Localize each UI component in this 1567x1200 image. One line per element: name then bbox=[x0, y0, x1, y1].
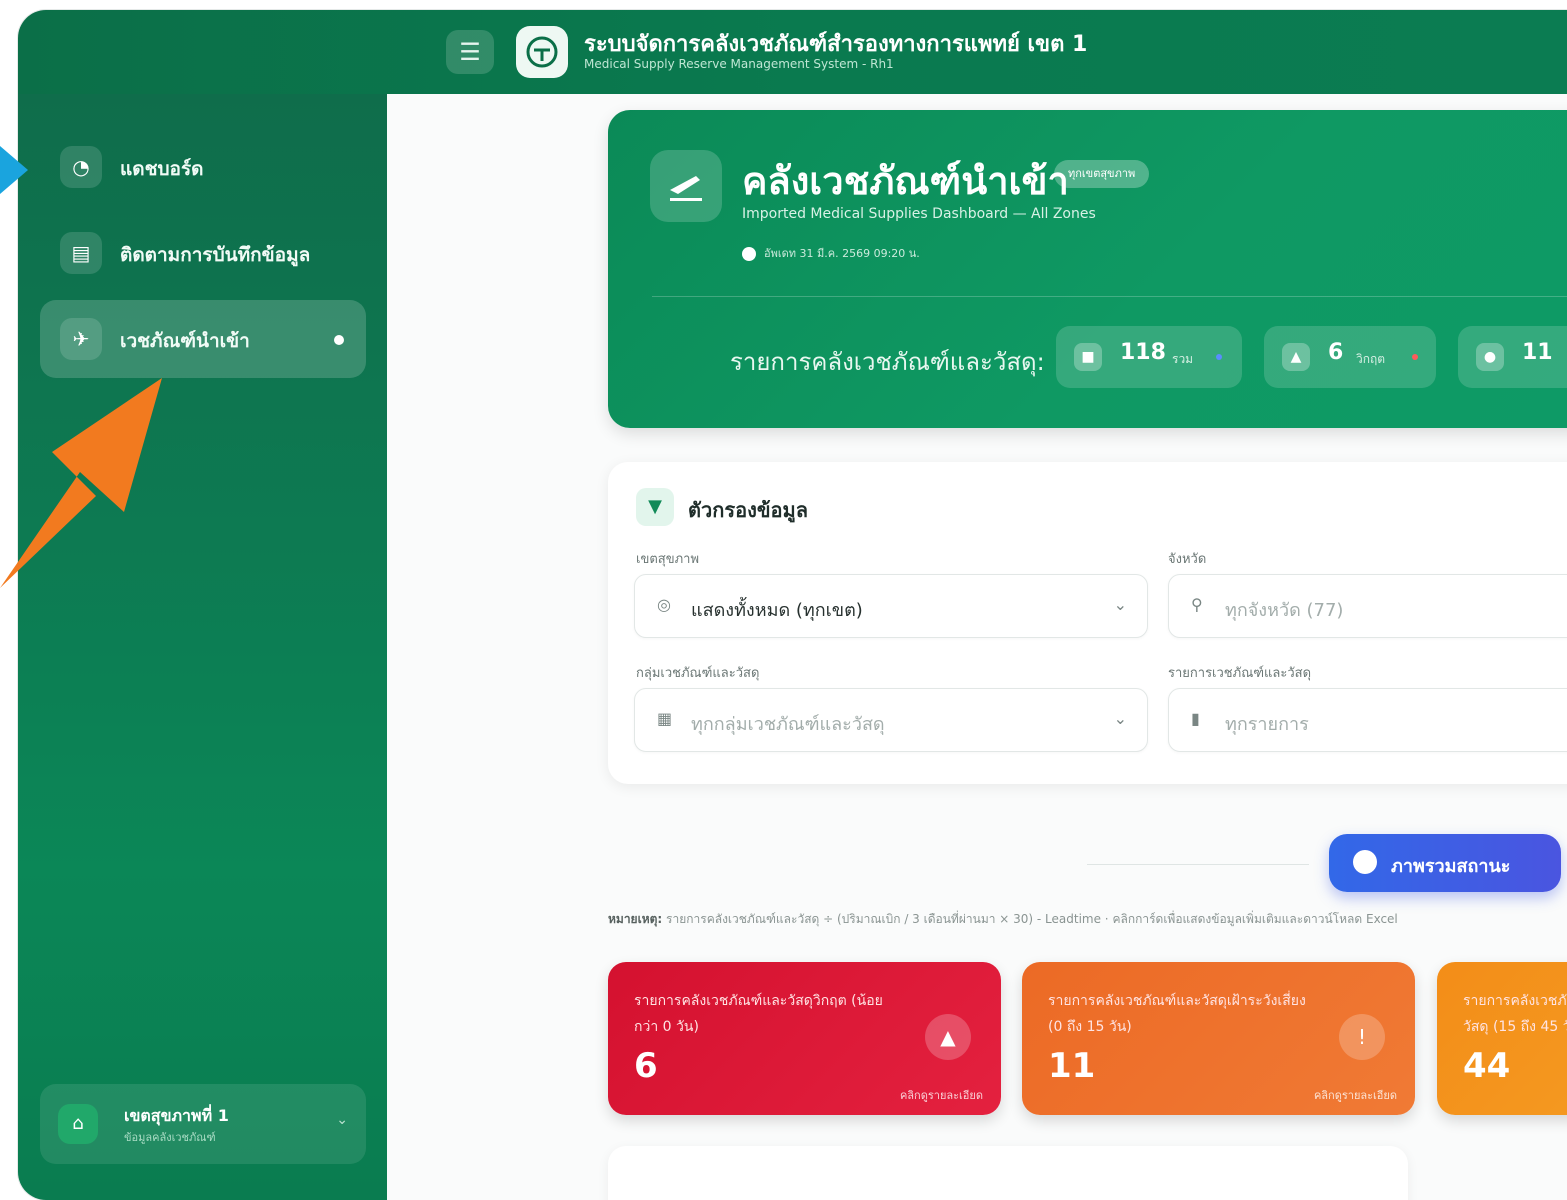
note-label: หมายเหตุ: bbox=[608, 912, 663, 926]
kpi-title: รายการคลังเวชภัณฑ์และวัสดุเฝ้าระวังเสี่ย… bbox=[1048, 993, 1306, 1035]
stats-label: รายการคลังเวชภัณฑ์และวัสดุ: bbox=[730, 348, 1045, 376]
menu-toggle-button[interactable]: ☰ bbox=[446, 30, 494, 74]
last-updated: อัพเดท 31 มี.ค. 2569 09:20 น. bbox=[742, 244, 920, 262]
zone-subtitle: ข้อมูลคลังเวชภัณฑ์ bbox=[124, 1131, 216, 1144]
app-subtitle: Medical Supply Reserve Management System… bbox=[584, 57, 894, 71]
main-content: คลังเวชภัณฑ์นำเข้า ทุกเขตสุขภาพ Imported… bbox=[387, 94, 1567, 1200]
app-window: ☰ ระบบจัดการคลังเวชภัณฑ์สำรองทางการแพทย์… bbox=[18, 10, 1567, 1200]
kpi-detail-link[interactable]: คลิกดูรายละเอียด bbox=[900, 1086, 983, 1104]
app-logo bbox=[516, 26, 568, 78]
section-divider bbox=[1087, 864, 1309, 865]
bottle-icon: ▮ bbox=[1191, 709, 1200, 728]
info-icon: ! bbox=[1339, 1014, 1385, 1060]
pin-icon: ⚲ bbox=[1191, 595, 1203, 614]
filter-icon: ▼ bbox=[636, 488, 674, 526]
hero-banner: คลังเวชภัณฑ์นำเข้า ทุกเขตสุขภาพ Imported… bbox=[608, 110, 1567, 428]
content-card bbox=[608, 1146, 1408, 1200]
chevron-down-icon: ⌄ bbox=[1113, 595, 1127, 614]
stat-unit: วิกฤต bbox=[1356, 352, 1386, 366]
kpi-value: 6 bbox=[634, 1046, 658, 1086]
kpi-card-monitor[interactable]: รายการคลังเวชภัณฑ์และวัสดุ (15 ถึง 45 วั… bbox=[1437, 962, 1567, 1115]
overview-button-label: ภาพรวมสถานะ bbox=[1391, 856, 1511, 877]
province-label: จังหวัด bbox=[1168, 552, 1207, 567]
stat-value: 6 bbox=[1328, 340, 1344, 365]
stat-total: ■ 118 รวม bbox=[1056, 326, 1242, 388]
filter-title: ตัวกรองข้อมูล bbox=[688, 498, 808, 522]
app-title: ระบบจัดการคลังเวชภัณฑ์สำรองทางการแพทย์ เ… bbox=[584, 32, 1088, 57]
building-icon: ⌂ bbox=[58, 1104, 98, 1144]
kpi-card-critical[interactable]: รายการคลังเวชภัณฑ์และวัสดุวิกฤต (น้อยกว่… bbox=[608, 962, 1001, 1115]
health-zone-label: เขตสุขภาพ bbox=[636, 552, 700, 567]
zone-selector[interactable]: ⌂ เขตสุขภาพที่ 1 ข้อมูลคลังเวชภัณฑ์ ⌄ bbox=[40, 1084, 366, 1164]
active-indicator-dot bbox=[334, 335, 344, 345]
divider bbox=[652, 296, 1567, 297]
status-dot bbox=[1412, 354, 1418, 360]
filter-panel: ▼ ตัวกรองข้อมูล เขตสุขภาพ ◎ แสดงทั้งหมด … bbox=[608, 462, 1567, 784]
status-dot bbox=[1216, 354, 1222, 360]
supply-group-select[interactable]: ▦ ทุกกลุ่มเวชภัณฑ์และวัสดุ ⌄ bbox=[634, 688, 1148, 752]
alert-icon: ● bbox=[1476, 343, 1504, 371]
pie-chart-icon bbox=[1353, 850, 1377, 874]
hamburger-icon: ☰ bbox=[459, 38, 481, 66]
chevron-icon: ⌄ bbox=[336, 1112, 348, 1128]
kpi-value: 11 bbox=[1048, 1046, 1096, 1086]
page-subtitle: Imported Medical Supplies Dashboard — Al… bbox=[742, 206, 1096, 222]
overview-button[interactable]: ภาพรวมสถานะ bbox=[1329, 834, 1561, 892]
stat-value: 11 bbox=[1522, 340, 1553, 365]
supply-item-label: รายการเวชภัณฑ์และวัสดุ bbox=[1168, 666, 1312, 681]
stat-value: 118 bbox=[1120, 340, 1166, 365]
kpi-value: 44 bbox=[1463, 1046, 1511, 1086]
plane-landing-icon bbox=[650, 150, 722, 222]
calculation-note: หมายเหตุ: รายการคลังเวชภัณฑ์และวัสดุ ÷ (… bbox=[608, 910, 1398, 929]
supply-group-placeholder: ทุกกลุ่มเวชภัณฑ์และวัสดุ bbox=[691, 714, 885, 735]
health-zone-select[interactable]: ◎ แสดงทั้งหมด (ทุกเขต) ⌄ bbox=[634, 574, 1148, 638]
clock-icon bbox=[742, 247, 756, 261]
last-updated-text: อัพเดท 31 มี.ค. 2569 09:20 น. bbox=[764, 247, 920, 260]
health-zone-value: แสดงทั้งหมด (ทุกเขต) bbox=[691, 600, 863, 621]
supply-group-label: กลุ่มเวชภัณฑ์และวัสดุ bbox=[636, 666, 760, 681]
zone-title: เขตสุขภาพที่ 1 bbox=[124, 1106, 229, 1125]
kpi-detail-link[interactable]: คลิกดูรายละเอียด bbox=[1314, 1086, 1397, 1104]
kpi-title: รายการคลังเวชภัณฑ์และวัสดุวิกฤต (น้อยกว่… bbox=[634, 993, 883, 1035]
stat-unit: รวม bbox=[1172, 352, 1194, 366]
annotation-arrow bbox=[0, 378, 162, 588]
province-input[interactable]: ⚲ ทุกจังหวัด (77) bbox=[1168, 574, 1567, 638]
box-icon: ■ bbox=[1074, 343, 1102, 371]
globe-icon: ◎ bbox=[657, 595, 671, 614]
page-title: คลังเวชภัณฑ์นำเข้า bbox=[742, 159, 1069, 203]
note-text: รายการคลังเวชภัณฑ์และวัสดุ ÷ (ปริมาณเบิก… bbox=[666, 912, 1398, 926]
top-bar: ☰ ระบบจัดการคลังเวชภัณฑ์สำรองทางการแพทย์… bbox=[18, 10, 1567, 94]
emblem-icon bbox=[526, 36, 558, 68]
kpi-title: รายการคลังเวชภัณฑ์และวัสดุ (15 ถึง 45 วั… bbox=[1463, 993, 1567, 1035]
boxes-icon: ▦ bbox=[657, 709, 673, 728]
warning-icon: ▲ bbox=[1282, 343, 1310, 371]
supply-item-placeholder: ทุกรายการ bbox=[1225, 714, 1309, 735]
province-placeholder: ทุกจังหวัด (77) bbox=[1225, 600, 1344, 621]
scope-badge: ทุกเขตสุขภาพ bbox=[1054, 160, 1150, 188]
chevron-down-icon: ⌄ bbox=[1113, 709, 1127, 728]
kpi-card-warning[interactable]: รายการคลังเวชภัณฑ์และวัสดุเฝ้าระวังเสี่ย… bbox=[1022, 962, 1415, 1115]
stat-watch: ● 11 bbox=[1458, 326, 1567, 388]
supply-item-input[interactable]: ▮ ทุกรายการ bbox=[1168, 688, 1567, 752]
stat-critical: ▲ 6 วิกฤต bbox=[1264, 326, 1436, 388]
warning-icon: ▲ bbox=[925, 1014, 971, 1060]
